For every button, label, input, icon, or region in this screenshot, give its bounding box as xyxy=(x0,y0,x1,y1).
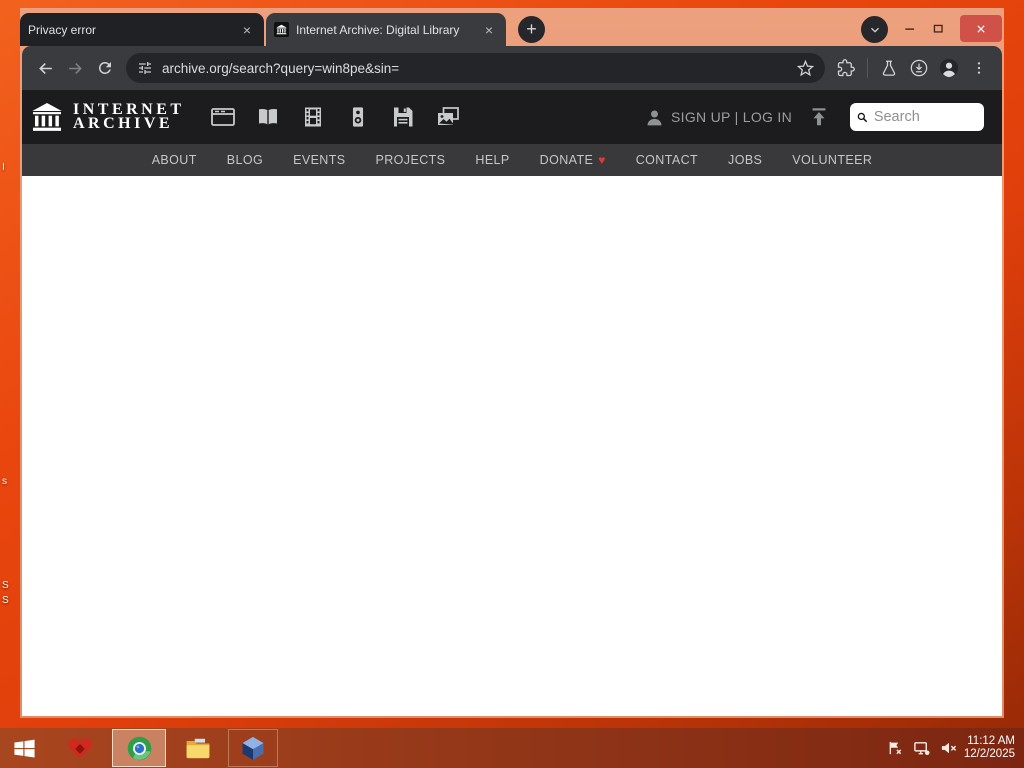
internet-archive-header: INTERNET ARCHIVE SIGN UP | LOG IN Search xyxy=(22,90,1002,144)
avatar-icon xyxy=(939,58,959,78)
forward-arrow-icon xyxy=(68,62,82,74)
red-app-icon xyxy=(68,738,92,759)
heart-icon: ♥ xyxy=(598,153,606,167)
site-navigation: ABOUT BLOG EVENTS PROJECTS HELP DONATE ♥… xyxy=(22,144,1002,176)
action-center-flag-icon[interactable] xyxy=(887,740,904,757)
star-icon xyxy=(796,59,814,76)
header-account-area: SIGN UP | LOG IN xyxy=(644,103,990,131)
page-content: INTERNET ARCHIVE SIGN UP | LOG IN Search… xyxy=(22,90,1002,716)
search-input[interactable] xyxy=(873,109,978,125)
minimize-button[interactable] xyxy=(898,17,922,41)
extensions-button[interactable] xyxy=(831,53,861,83)
chromium-browser-icon xyxy=(127,736,151,760)
new-tab-button[interactable]: + xyxy=(518,16,545,43)
wordmark-line2: ARCHIVE xyxy=(73,115,174,132)
search-icon xyxy=(857,112,868,122)
media-type-icons xyxy=(209,104,462,130)
chevron-down-icon xyxy=(870,27,879,33)
person-icon xyxy=(647,110,662,125)
software-floppy-icon[interactable] xyxy=(389,104,417,130)
minimize-icon xyxy=(905,28,915,30)
internet-archive-logo[interactable] xyxy=(30,101,64,133)
window-close-button[interactable] xyxy=(960,15,1002,42)
nav-blog[interactable]: BLOG xyxy=(212,153,278,167)
images-photos-icon[interactable] xyxy=(434,104,462,130)
tab-search-button[interactable] xyxy=(861,16,888,43)
virtualbox-cube-icon xyxy=(242,736,264,760)
archive-columns-icon xyxy=(32,103,62,131)
desktop-icon-label-fragment: S xyxy=(2,595,9,606)
nav-about[interactable]: ABOUT xyxy=(137,153,212,167)
file-explorer-icon xyxy=(186,738,210,759)
internet-archive-favicon xyxy=(274,22,289,37)
address-bar[interactable]: archive.org/search?query=win8pe&sin= xyxy=(126,53,825,83)
forward-button[interactable] xyxy=(60,53,90,83)
bookmark-star-button[interactable] xyxy=(790,53,820,83)
nav-jobs[interactable]: JOBS xyxy=(713,153,777,167)
site-search-box[interactable] xyxy=(850,103,984,131)
back-button[interactable] xyxy=(30,53,60,83)
chromium-taskbar-button[interactable] xyxy=(112,729,166,767)
toolbar-divider xyxy=(867,58,868,78)
tab-close-icon[interactable]: × xyxy=(480,21,498,39)
desktop-icon-label-fragment: I xyxy=(2,162,5,173)
clock-time: 11:12 AM xyxy=(967,735,1015,747)
start-button[interactable] xyxy=(4,729,44,767)
nav-donate-label: DONATE xyxy=(539,153,594,167)
browser-toolbar: archive.org/search?query=win8pe&sin= xyxy=(22,46,1002,90)
signup-login-link[interactable]: SIGN UP | LOG IN xyxy=(671,109,792,125)
back-arrow-icon xyxy=(38,62,52,74)
download-icon xyxy=(910,59,928,77)
three-dots-icon xyxy=(977,62,981,74)
profile-button[interactable] xyxy=(934,53,964,83)
tab-title: Privacy error xyxy=(28,22,97,37)
nav-projects[interactable]: PROJECTS xyxy=(361,153,461,167)
nav-contact[interactable]: CONTACT xyxy=(621,153,713,167)
web-archive-icon[interactable] xyxy=(209,104,237,130)
reload-button[interactable] xyxy=(90,53,120,83)
labs-button[interactable] xyxy=(874,53,904,83)
reload-icon xyxy=(98,61,111,74)
desktop-icon-label-fragment: s xyxy=(2,476,7,487)
nav-donate[interactable]: DONATE ♥ xyxy=(525,153,621,167)
upload-icon[interactable] xyxy=(808,106,830,128)
red-app-taskbar-button[interactable] xyxy=(60,729,100,767)
maximize-icon xyxy=(933,24,943,33)
nav-volunteer[interactable]: VOLUNTEER xyxy=(777,153,887,167)
browser-menu-button[interactable] xyxy=(964,53,994,83)
maximize-button[interactable] xyxy=(926,17,950,41)
audio-speaker-icon[interactable] xyxy=(344,104,372,130)
flask-icon xyxy=(882,60,896,76)
texts-book-icon[interactable] xyxy=(254,104,282,130)
nav-help[interactable]: HELP xyxy=(460,153,524,167)
video-film-icon[interactable] xyxy=(299,104,327,130)
windows-logo-icon xyxy=(13,739,35,758)
windows-taskbar: 11:12 AM 12/2/2025 xyxy=(0,728,1024,768)
clock-date: 12/2/2025 xyxy=(963,748,1015,760)
downloads-button[interactable] xyxy=(904,53,934,83)
site-settings-tune-icon[interactable] xyxy=(137,60,153,76)
file-explorer-taskbar-button[interactable] xyxy=(176,729,220,767)
desktop-icon-label-fragment: S xyxy=(2,580,9,591)
internet-archive-wordmark[interactable]: INTERNET ARCHIVE xyxy=(73,101,185,132)
tab-internet-archive[interactable]: Internet Archive: Digital Library × xyxy=(266,13,506,46)
nav-events[interactable]: EVENTS xyxy=(278,153,360,167)
virtualbox-taskbar-button[interactable] xyxy=(228,729,278,767)
browser-window: Privacy error × Internet Archive: Digita… xyxy=(20,8,1004,718)
taskbar-clock[interactable]: 11:12 AM 12/2/2025 xyxy=(964,735,1015,761)
puzzle-icon xyxy=(837,59,855,77)
tab-close-icon[interactable]: × xyxy=(238,21,256,39)
tab-title: Internet Archive: Digital Library xyxy=(296,22,460,37)
url-text[interactable]: archive.org/search?query=win8pe&sin= xyxy=(162,61,790,76)
tab-privacy-error[interactable]: Privacy error × xyxy=(20,13,264,46)
tab-strip: Privacy error × Internet Archive: Digita… xyxy=(20,8,1004,46)
close-icon xyxy=(977,24,985,33)
volume-muted-icon[interactable] xyxy=(940,740,958,757)
network-status-icon[interactable] xyxy=(913,740,931,757)
system-tray xyxy=(887,740,958,757)
